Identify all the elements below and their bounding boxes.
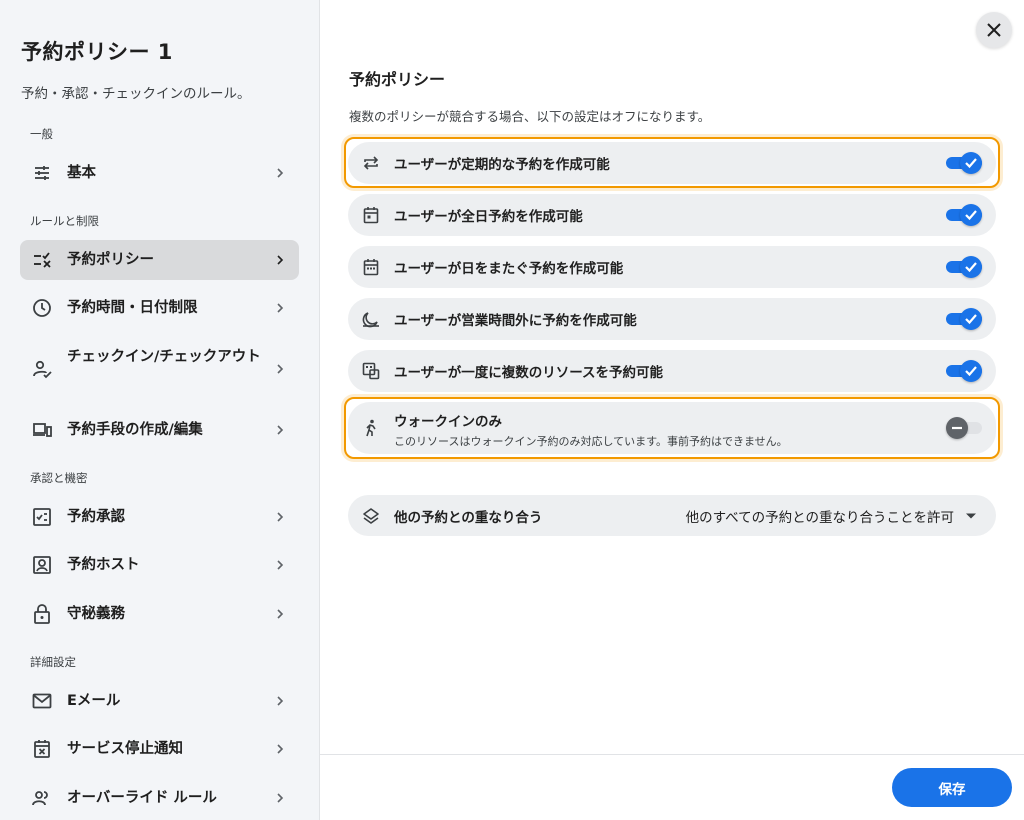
chevron-right-icon [277,364,284,374]
overlap-label: 他の予約との重なり合う [394,509,543,526]
walk-in-toggle[interactable] [946,416,982,440]
overlap-row: 他の予約との重なり合う 他のすべての予約との重なり合うことを許可 [348,495,996,536]
checklist-icon [31,249,53,271]
setting-label: ユーザーが一度に複数のリソースを予約可能 [394,365,664,381]
check-icon [965,262,977,273]
calendar-icon [362,206,380,224]
sidebar-item-basic[interactable]: 基本 [20,153,299,193]
setting-label: ユーザーが営業時間外に予約を作成可能 [394,313,637,329]
page-subtitle: 予約・承認・チェックインのルール。 [21,86,251,102]
sidebar-item-label: 予約承認 [67,509,125,525]
all-day-toggle[interactable] [946,203,982,227]
check-icon [965,314,977,325]
close-button[interactable] [976,12,1012,48]
clock-icon [31,297,53,319]
chevron-right-icon [277,560,284,570]
person-check-icon [31,358,53,380]
lock-icon [31,603,53,625]
sidebar-item-booking-policy[interactable]: 予約ポリシー [20,240,299,280]
overlap-select[interactable]: 他のすべての予約との重なり合うことを許可 [686,506,954,526]
section-label-advanced: 詳細設定 [30,655,76,669]
setting-label: ユーザーが全日予約を作成可能 [394,209,583,225]
sidebar-item-label: 予約ホスト [67,557,140,573]
chevron-right-icon [277,168,284,178]
chevron-right-icon [277,609,284,619]
sidebar-item-time-limits[interactable]: 予約時間・日付制限 [20,288,299,328]
sidebar-item-host[interactable]: 予約ホスト [20,545,299,585]
approval-icon [31,506,53,528]
multi-day-toggle[interactable] [946,255,982,279]
setting-row-recurring: ユーザーが定期的な予約を作成可能 [348,142,996,184]
sidebar-item-label: チェックイン/チェックアウト [67,349,261,365]
setting-row-all-day: ユーザーが全日予約を作成可能 [348,194,996,236]
save-button[interactable]: 保存 [892,768,1012,807]
multi-resource-toggle[interactable] [946,359,982,383]
sidebar-item-approval[interactable]: 予約承認 [20,497,299,537]
account-box-icon [31,554,53,576]
section-label-approval: 承認と機密 [30,471,88,485]
sidebar-item-label: サービス停止通知 [67,741,183,757]
sidebar-item-email[interactable]: Eメール [20,681,299,721]
night-icon [362,310,380,328]
section-title: 予約ポリシー [349,70,446,89]
sidebar-item-label: 守秘義務 [67,606,125,622]
chevron-right-icon [277,744,284,754]
sidebar-item-label: Eメール [67,693,121,709]
chevron-right-icon [277,793,284,803]
check-icon [965,158,977,169]
sidebar-item-confidentiality[interactable]: 守秘義務 [20,594,299,634]
repeat-icon [362,154,380,172]
tune-icon [31,162,53,184]
sidebar-item-label: 予約時間・日付制限 [67,300,198,316]
walk-icon [362,419,380,437]
setting-label: ウォークインのみ [394,414,502,430]
setting-sublabel: このリソースはウォークイン予約のみ対応しています。事前予約はできません。 [394,435,788,448]
chevron-right-icon [277,303,284,313]
page-title: 予約ポリシー 1 [21,40,173,64]
close-icon [987,23,1001,37]
minus-icon [952,426,962,430]
sidebar-item-service-outage[interactable]: サービス停止通知 [20,729,299,769]
setting-row-walk-in: ウォークインのみ このリソースはウォークイン予約のみ対応しています。事前予約はで… [348,402,996,454]
mail-icon [31,690,53,712]
setting-row-multi-resource: ユーザーが一度に複数のリソースを予約可能 [348,350,996,392]
chevron-right-icon [277,696,284,706]
multi-resource-icon [362,362,380,380]
chevron-right-icon [277,512,284,522]
chevron-right-icon [277,255,284,265]
recurring-toggle[interactable] [946,151,982,175]
after-hours-toggle[interactable] [946,307,982,331]
sidebar-item-booking-methods[interactable]: 予約手段の作成/編集 [20,410,299,450]
calendar-x-icon [31,738,53,760]
sidebar-item-checkin-checkout[interactable]: チェックイン/チェックアウト [20,340,299,398]
sidebar-item-label: 予約ポリシー [67,252,154,268]
chevron-right-icon [277,425,284,435]
section-description: 複数のポリシーが競合する場合、以下の設定はオフになります。 [349,109,711,124]
check-icon [965,210,977,221]
setting-row-after-hours: ユーザーが営業時間外に予約を作成可能 [348,298,996,340]
sidebar-item-override-rules[interactable]: オーバーライド ルール [20,778,299,818]
group-icon [31,787,53,809]
devices-icon [31,419,53,441]
sidebar: 予約ポリシー 1 予約・承認・チェックインのルール。 一般 基本 ルールと制限 … [0,0,320,820]
sidebar-item-label: 基本 [67,165,96,181]
setting-row-multi-day: ユーザーが日をまたぐ予約を作成可能 [348,246,996,288]
setting-label: ユーザーが定期的な予約を作成可能 [394,157,610,173]
layers-icon [362,507,380,525]
section-label-general: 一般 [30,127,53,141]
setting-label: ユーザーが日をまたぐ予約を作成可能 [394,261,624,277]
sidebar-item-label: 予約手段の作成/編集 [67,422,203,438]
calendar-range-icon [362,258,380,276]
dropdown-arrow-icon[interactable] [966,513,976,518]
section-label-rules: ルールと制限 [30,214,99,228]
sidebar-item-label: オーバーライド ルール [67,790,217,806]
check-icon [965,366,977,377]
